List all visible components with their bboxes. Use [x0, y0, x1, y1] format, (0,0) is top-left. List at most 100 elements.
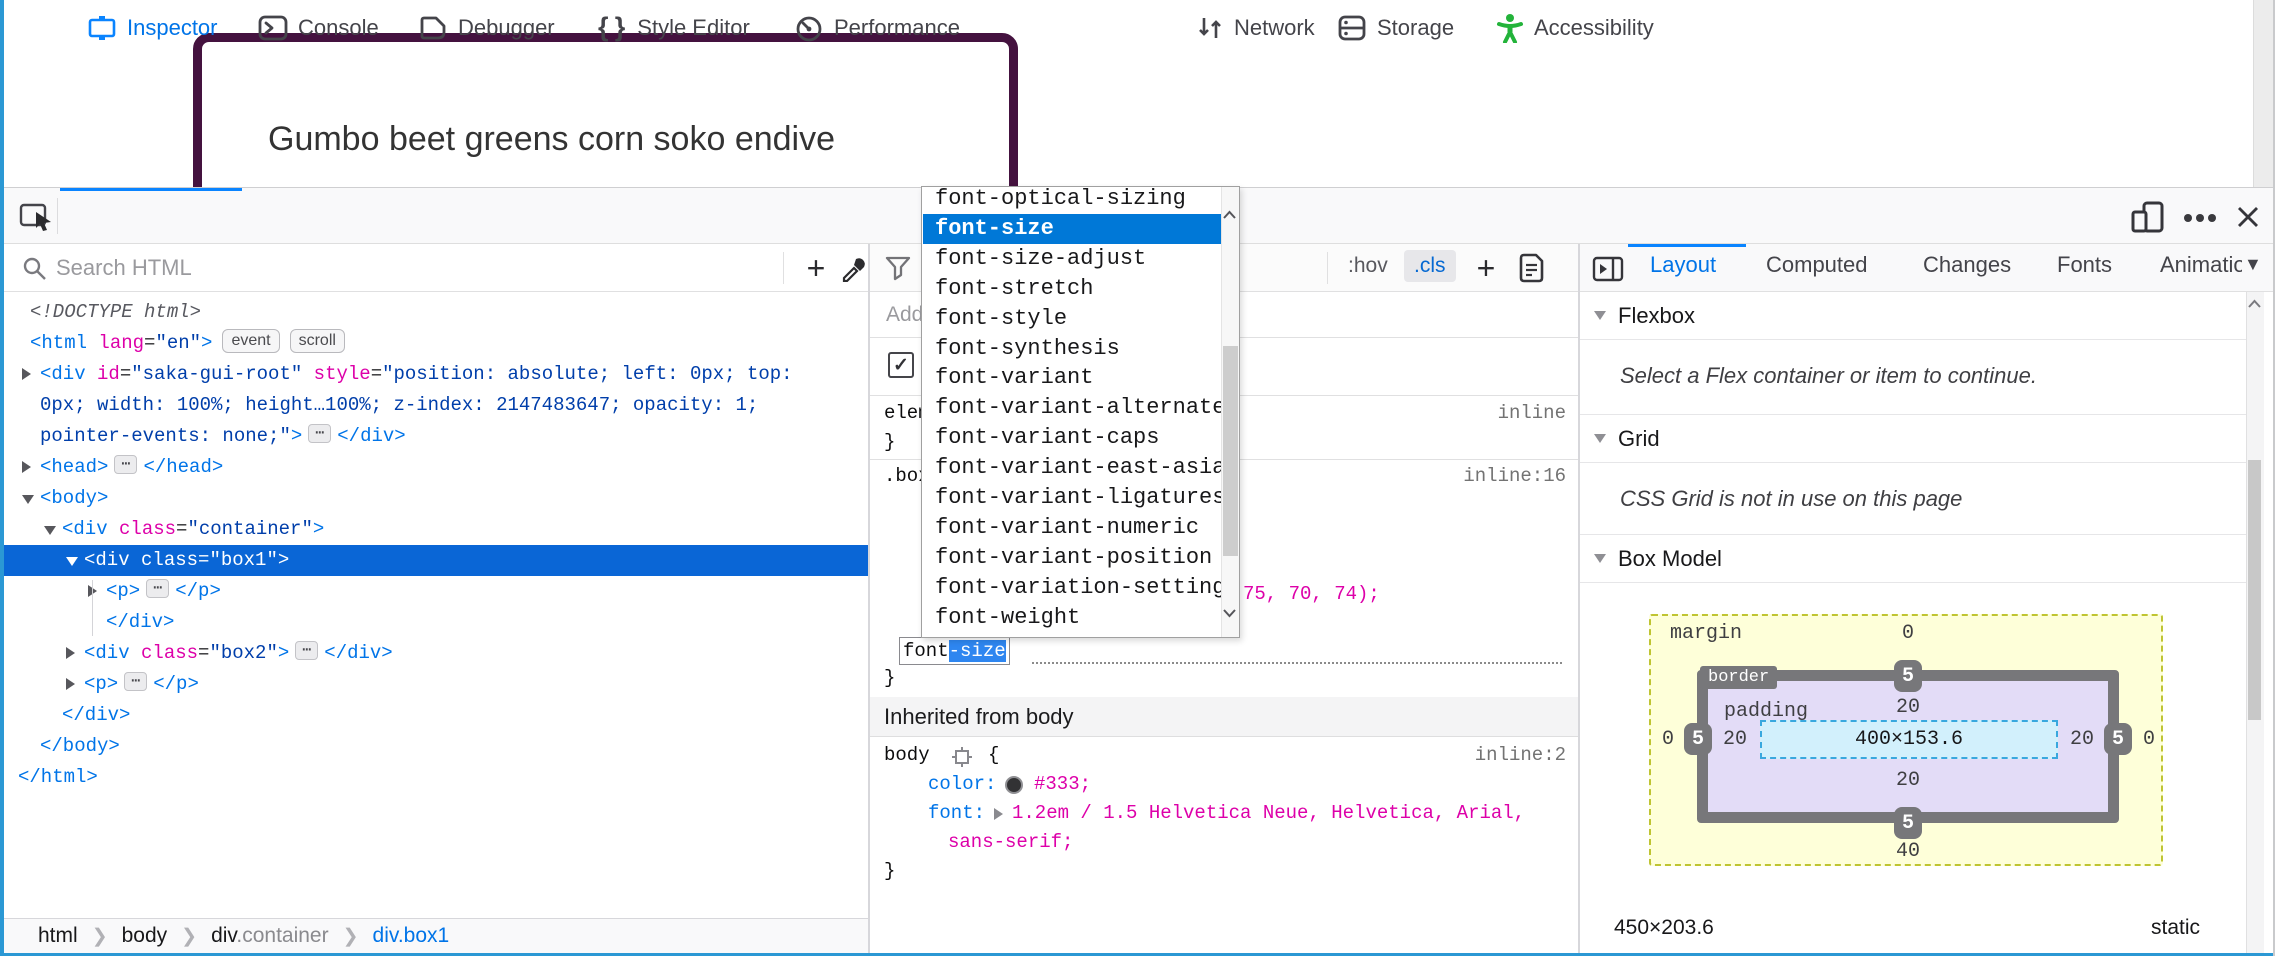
autocomplete-item[interactable]: font-weight — [923, 603, 1222, 633]
autocomplete-item[interactable]: font-variant-alternates — [923, 393, 1222, 423]
collapsed-children-icon[interactable]: ⋯ — [295, 641, 318, 660]
class-checkbox[interactable]: ✓ — [888, 352, 914, 378]
markup-row[interactable]: </body> — [4, 731, 868, 762]
body-color-property[interactable]: color: — [928, 770, 996, 799]
markup-row[interactable]: </div> — [4, 607, 868, 638]
border-top-value[interactable]: 5 — [1894, 660, 1922, 692]
collapse-twisty-icon[interactable] — [44, 526, 56, 535]
autocomplete-item[interactable]: font-size — [923, 214, 1222, 244]
markup-row[interactable]: 0px; width: 100%; height…100%; z-index: … — [4, 390, 868, 421]
expand-twisty-icon[interactable] — [66, 678, 75, 690]
margin-left-value[interactable]: 0 — [1653, 728, 1683, 751]
autocomplete-item[interactable]: font-size-adjust — [923, 244, 1222, 274]
autocomplete-item[interactable]: font-variant-position — [923, 543, 1222, 573]
tab-computed[interactable]: Computed — [1766, 252, 1868, 278]
breadcrumb-item[interactable]: div.container — [211, 924, 329, 948]
tab-console[interactable]: Console — [258, 0, 379, 55]
search-input[interactable] — [54, 252, 618, 284]
body-color-value[interactable]: #333; — [1034, 770, 1091, 799]
tab-inspector[interactable]: Inspector — [87, 0, 218, 55]
tab-debugger[interactable]: Debugger — [418, 0, 555, 55]
markup-row[interactable]: <head>⋯</head> — [4, 452, 868, 483]
collapsed-children-icon[interactable]: ⋯ — [114, 455, 137, 474]
grid-section-header[interactable]: Grid — [1580, 415, 2246, 463]
responsive-design-mode-button[interactable] — [2128, 200, 2170, 234]
padding-left-value[interactable]: 20 — [1717, 728, 1753, 751]
collapsed-children-icon[interactable]: ⋯ — [124, 672, 147, 691]
tab-accessibility[interactable]: Accessibility — [1496, 0, 1654, 55]
markup-row[interactable]: pointer-events: none;">⋯</div> — [4, 421, 868, 452]
tab-overflow-dropdown[interactable]: ▼ — [2244, 254, 2262, 275]
expand-twisty-icon[interactable] — [22, 368, 31, 380]
tab-performance[interactable]: Performance — [794, 0, 960, 55]
autocomplete-item[interactable]: font-style — [923, 304, 1222, 334]
markup-row[interactable]: <!DOCTYPE html> — [4, 297, 868, 328]
padding-right-value[interactable]: 20 — [2064, 728, 2100, 751]
autocomplete-item[interactable]: font-synthesis — [923, 334, 1222, 364]
markup-row[interactable]: <div class="box2">⋯</div> — [4, 638, 868, 669]
box1-border-value-fragment[interactable]: 75, 70, 74); — [1243, 580, 1380, 609]
border-right-value[interactable]: 5 — [2104, 723, 2132, 755]
border-left-value[interactable]: 5 — [1684, 723, 1712, 755]
element-rule-source-link[interactable]: inline — [1370, 399, 1566, 428]
autocomplete-item[interactable]: font-stretch — [923, 274, 1222, 304]
markup-row[interactable]: <body> — [4, 483, 868, 514]
breadcrumb-item[interactable]: body — [122, 924, 168, 948]
scroll-up-icon[interactable] — [2247, 298, 2264, 310]
markup-row[interactable]: <p>⋯</p> — [4, 669, 868, 700]
node-picker-button[interactable] — [18, 202, 56, 232]
autocomplete-scrollbar[interactable] — [1221, 187, 1239, 637]
body-rule-source-link[interactable]: inline:2 — [1370, 741, 1566, 770]
collapsed-children-icon[interactable]: ⋯ — [146, 579, 169, 598]
add-rule-button[interactable]: + — [1468, 246, 1504, 290]
autocomplete-item[interactable]: font-variant — [923, 363, 1222, 393]
new-property-input[interactable]: font-size — [899, 637, 1010, 665]
border-bottom-value[interactable]: 5 — [1894, 807, 1922, 839]
autocomplete-item[interactable]: font-optical-sizing — [923, 184, 1222, 214]
filter-styles-icon[interactable] — [884, 254, 912, 282]
devtools-close-button[interactable] — [2232, 202, 2264, 232]
scroll-down-icon[interactable] — [1222, 607, 1239, 619]
tab-style-editor[interactable]: { } Style Editor — [598, 0, 750, 55]
markup-row[interactable]: <div id="saka-gui-root" style="position:… — [4, 359, 868, 390]
tab-animations[interactable]: Animations — [2160, 252, 2242, 278]
markup-row[interactable]: </div> — [4, 700, 868, 731]
markup-row[interactable]: <p>⋯</p> — [4, 576, 868, 607]
tab-layout[interactable]: Layout — [1650, 252, 1716, 278]
event-badge[interactable]: scroll — [290, 329, 345, 353]
tab-storage[interactable]: Storage — [1337, 0, 1454, 55]
box-model-section-header[interactable]: Box Model — [1580, 535, 2246, 583]
font-shorthand-expander-icon[interactable] — [994, 808, 1003, 820]
panel-splitter-right[interactable] — [1578, 244, 1580, 953]
collapse-twisty-icon[interactable] — [66, 557, 78, 566]
expand-twisty-icon[interactable] — [22, 461, 31, 473]
collapsed-children-icon[interactable]: ⋯ — [308, 424, 331, 443]
padding-bottom-value[interactable]: 20 — [1888, 769, 1928, 792]
event-badge[interactable]: event — [222, 329, 279, 353]
body-font-property[interactable]: font: — [928, 799, 985, 828]
eyedropper-button[interactable] — [840, 254, 868, 282]
margin-top-value[interactable]: 0 — [1888, 622, 1928, 645]
body-font-value-line2[interactable]: sans-serif; — [948, 828, 1073, 857]
padding-top-value[interactable]: 20 — [1888, 696, 1928, 719]
expand-panel-icon[interactable] — [1592, 256, 1624, 282]
pseudo-class-panel-button[interactable]: :hov — [1340, 250, 1396, 282]
margin-right-value[interactable]: 0 — [2134, 728, 2164, 751]
markup-row[interactable]: <html lang="en">eventscroll — [4, 328, 868, 359]
markup-row-selected[interactable]: <div class="box1"> — [4, 545, 868, 576]
breadcrumb-item[interactable]: html — [38, 924, 78, 948]
tab-fonts[interactable]: Fonts — [2057, 252, 2112, 278]
scroll-up-icon[interactable] — [1222, 209, 1239, 221]
tab-network[interactable]: Network — [1196, 0, 1315, 55]
autocomplete-item[interactable]: font-variant-east-asian — [923, 453, 1222, 483]
box1-rule-source-link[interactable]: inline:16 — [1370, 462, 1566, 491]
collapse-twisty-icon[interactable] — [22, 495, 34, 504]
body-font-value-line1[interactable]: 1.2em / 1.5 Helvetica Neue, Helvetica, A… — [1012, 799, 1525, 828]
color-swatch[interactable] — [1005, 776, 1023, 794]
margin-bottom-value[interactable]: 40 — [1888, 840, 1928, 863]
autocomplete-scrollbar-thumb[interactable] — [1223, 346, 1238, 556]
markup-row[interactable]: </html> — [4, 762, 868, 793]
add-node-button[interactable]: + — [798, 246, 834, 290]
flexbox-section-header[interactable]: Flexbox — [1580, 292, 2246, 340]
autocomplete-item[interactable]: font-variant-caps — [923, 423, 1222, 453]
